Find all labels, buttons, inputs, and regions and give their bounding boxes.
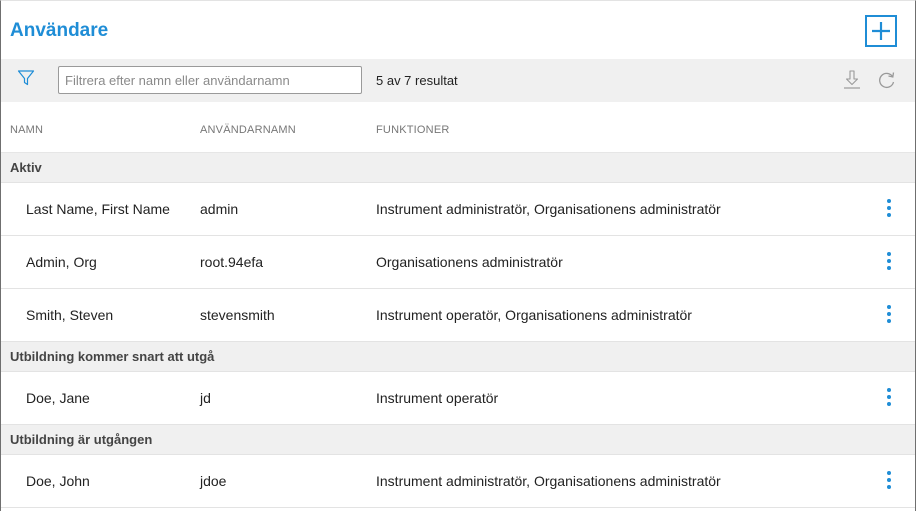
download-icon[interactable] xyxy=(841,69,863,91)
user-username: jdoe xyxy=(200,473,227,489)
user-username: jd xyxy=(200,390,211,406)
table-row[interactable]: Doe, Jane jd Instrument operatör xyxy=(1,372,915,425)
plus-icon xyxy=(872,22,890,40)
user-functions: Instrument operatör, Organisationens adm… xyxy=(376,307,692,323)
user-functions: Organisationens administratör xyxy=(376,254,563,270)
user-username: stevensmith xyxy=(200,307,275,323)
table-row[interactable]: Last Name, First Name admin Instrument a… xyxy=(1,183,915,236)
add-user-button[interactable] xyxy=(865,15,897,47)
user-functions: Instrument administratör, Organisationen… xyxy=(376,473,721,489)
refresh-icon[interactable] xyxy=(877,70,897,90)
group-header: Utbildning är utgången xyxy=(1,425,915,455)
column-header-name[interactable]: NAMN xyxy=(10,124,43,136)
more-vertical-icon[interactable] xyxy=(881,388,897,408)
group-header: Utbildning kommer snart att utgå xyxy=(1,342,915,372)
user-name: Doe, John xyxy=(26,473,90,489)
user-functions: Instrument operatör xyxy=(376,390,499,406)
group-header: Aktiv xyxy=(1,153,915,183)
column-header-username[interactable]: ANVÄNDARNAMN xyxy=(200,124,296,136)
user-username: admin xyxy=(200,201,239,217)
more-vertical-icon[interactable] xyxy=(881,199,897,219)
user-name: Last Name, First Name xyxy=(26,201,170,217)
filter-icon[interactable] xyxy=(17,69,35,87)
filter-input[interactable] xyxy=(58,66,362,94)
user-name: Smith, Steven xyxy=(26,307,114,323)
users-panel: Användare 5 av 7 resultat NAMN ANVÄNDARN… xyxy=(0,0,916,511)
column-header-functions[interactable]: FUNKTIONER xyxy=(376,124,450,136)
user-username: root.94efa xyxy=(200,254,264,270)
more-vertical-icon[interactable] xyxy=(881,471,897,491)
result-count: 5 av 7 resultat xyxy=(376,73,458,88)
page-header: Användare xyxy=(1,1,915,59)
more-vertical-icon[interactable] xyxy=(881,305,897,325)
user-functions: Instrument administratör, Organisationen… xyxy=(376,201,721,217)
user-name: Doe, Jane xyxy=(26,390,90,406)
page-title: Användare xyxy=(10,20,109,41)
filter-toolbar: 5 av 7 resultat xyxy=(1,59,915,102)
table-row[interactable]: Admin, Org root.94efa Organisationens ad… xyxy=(1,236,915,289)
table-header: NAMN ANVÄNDARNAMN FUNKTIONER xyxy=(1,102,915,153)
table-row[interactable]: Doe, John jdoe Instrument administratör,… xyxy=(1,455,915,508)
more-vertical-icon[interactable] xyxy=(881,252,897,272)
user-name: Admin, Org xyxy=(26,254,97,270)
table-row[interactable]: Smith, Steven stevensmith Instrument ope… xyxy=(1,289,915,342)
